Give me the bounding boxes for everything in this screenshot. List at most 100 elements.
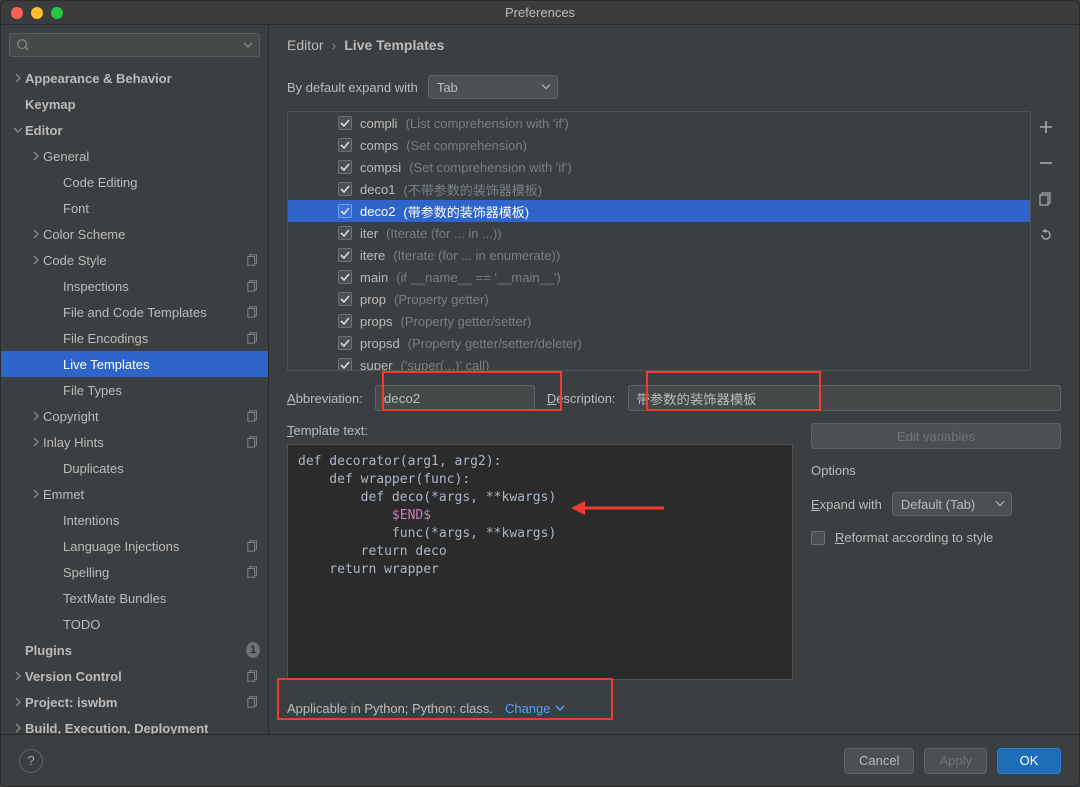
sidebar-item[interactable]: Editor xyxy=(1,117,268,143)
default-expand-select[interactable]: Tab xyxy=(428,75,558,99)
template-checkbox[interactable] xyxy=(338,182,352,196)
sidebar-item[interactable]: Build, Execution, Deployment xyxy=(1,715,268,734)
add-button[interactable] xyxy=(1036,117,1056,137)
template-checkbox[interactable] xyxy=(338,270,352,284)
revert-button[interactable] xyxy=(1036,225,1056,245)
template-row[interactable]: deco2(带参数的装饰器模板) xyxy=(288,200,1030,222)
sidebar-item[interactable]: Code Editing xyxy=(1,169,268,195)
template-checkbox[interactable] xyxy=(338,138,352,152)
sidebar-item-label: Project: iswbm xyxy=(25,695,117,710)
template-checkbox[interactable] xyxy=(338,116,352,130)
sidebar-item[interactable]: Language Injections xyxy=(1,533,268,559)
sidebar-item[interactable]: Copyright xyxy=(1,403,268,429)
template-row[interactable]: prop(Property getter) xyxy=(288,288,1030,310)
scope-indicator-icon xyxy=(246,409,260,423)
sidebar-item[interactable]: Intentions xyxy=(1,507,268,533)
description-label: Description: xyxy=(547,391,616,406)
template-checkbox[interactable] xyxy=(338,226,352,240)
template-desc: (List comprehension with 'if') xyxy=(406,116,569,131)
scope-indicator-icon xyxy=(246,669,260,683)
chevron-right-icon xyxy=(11,671,25,681)
sidebar-item[interactable]: TODO xyxy=(1,611,268,637)
scope-indicator-icon xyxy=(246,695,260,709)
template-row[interactable]: comps(Set comprehension) xyxy=(288,134,1030,156)
template-checkbox[interactable] xyxy=(338,292,352,306)
apply-button[interactable]: Apply xyxy=(924,748,987,774)
expand-with-select[interactable]: Default (Tab) xyxy=(892,492,1012,516)
sidebar-item[interactable]: Font xyxy=(1,195,268,221)
sidebar-item-label: Intentions xyxy=(63,513,119,528)
sidebar-item[interactable]: File Types xyxy=(1,377,268,403)
sidebar-item[interactable]: Spelling xyxy=(1,559,268,585)
sidebar-item[interactable]: File and Code Templates xyxy=(1,299,268,325)
template-checkbox[interactable] xyxy=(338,314,352,328)
sidebar-item[interactable]: Keymap xyxy=(1,91,268,117)
scope-indicator-icon xyxy=(246,279,260,293)
edit-variables-button[interactable]: Edit variables xyxy=(811,423,1061,449)
ok-button[interactable]: OK xyxy=(997,748,1061,774)
breadcrumb: Editor › Live Templates xyxy=(269,25,1079,59)
sidebar-item[interactable]: Live Templates xyxy=(1,351,268,377)
copy-button[interactable] xyxy=(1036,189,1056,209)
template-text-editor[interactable]: def decorator(arg1, arg2): def wrapper(f… xyxy=(287,444,793,680)
scope-indicator-icon xyxy=(246,435,260,449)
expand-with-value: Default (Tab) xyxy=(901,497,975,512)
template-row[interactable]: main(if __name__ == '__main__') xyxy=(288,266,1030,288)
template-checkbox[interactable] xyxy=(338,358,352,370)
help-button[interactable]: ? xyxy=(19,749,43,773)
template-name: super xyxy=(360,358,393,371)
sidebar-item-label: Plugins xyxy=(25,643,72,658)
sidebar-item[interactable]: TextMate Bundles xyxy=(1,585,268,611)
template-checkbox[interactable] xyxy=(338,248,352,262)
template-row[interactable]: props(Property getter/setter) xyxy=(288,310,1030,332)
chevron-right-icon xyxy=(29,489,43,499)
remove-button[interactable] xyxy=(1036,153,1056,173)
template-name: compli xyxy=(360,116,398,131)
sidebar-item-label: File Encodings xyxy=(63,331,148,346)
sidebar-item[interactable]: Plugins1 xyxy=(1,637,268,663)
template-row[interactable]: super('super(...)' call) xyxy=(288,354,1030,370)
sidebar-item[interactable]: Emmet xyxy=(1,481,268,507)
sidebar-item[interactable]: Duplicates xyxy=(1,455,268,481)
template-row[interactable]: compsi(Set comprehension with 'if') xyxy=(288,156,1030,178)
sidebar-item-label: Code Editing xyxy=(63,175,137,190)
templates-list[interactable]: compli(List comprehension with 'if')comp… xyxy=(287,111,1031,371)
template-row[interactable]: iter(Iterate (for ... in ...)) xyxy=(288,222,1030,244)
abbreviation-label: Abbreviation: xyxy=(287,391,363,406)
change-context-link[interactable]: Change xyxy=(505,701,565,716)
template-checkbox[interactable] xyxy=(338,336,352,350)
chevron-right-icon xyxy=(29,151,43,161)
template-text-label: Template text: xyxy=(287,423,793,438)
template-row[interactable]: deco1(不带参数的装饰器模板) xyxy=(288,178,1030,200)
sidebar-item-label: File and Code Templates xyxy=(63,305,207,320)
template-desc: (Property getter/setter/deleter) xyxy=(408,336,582,351)
sidebar-item[interactable]: Color Scheme xyxy=(1,221,268,247)
sidebar-item[interactable]: Appearance & Behavior xyxy=(1,65,268,91)
template-row[interactable]: itere(Iterate (for ... in enumerate)) xyxy=(288,244,1030,266)
sidebar-item-label: Appearance & Behavior xyxy=(25,71,172,86)
sidebar-item[interactable]: Version Control xyxy=(1,663,268,689)
sidebar-item[interactable]: Inlay Hints xyxy=(1,429,268,455)
sidebar-item-label: Build, Execution, Deployment xyxy=(25,721,208,735)
template-checkbox[interactable] xyxy=(338,204,352,218)
template-row[interactable]: propsd(Property getter/setter/deleter) xyxy=(288,332,1030,354)
sidebar-item-label: Editor xyxy=(25,123,63,138)
sidebar-item[interactable]: General xyxy=(1,143,268,169)
search-input[interactable] xyxy=(9,33,260,57)
scope-indicator-icon xyxy=(246,253,260,267)
description-input[interactable] xyxy=(628,385,1061,411)
abbreviation-input[interactable] xyxy=(375,385,535,411)
sidebar-item[interactable]: Code Style xyxy=(1,247,268,273)
cancel-button[interactable]: Cancel xyxy=(844,748,914,774)
sidebar-item[interactable]: Project: iswbm xyxy=(1,689,268,715)
template-desc: (Iterate (for ... in ...)) xyxy=(386,226,502,241)
template-desc: (Property getter) xyxy=(394,292,489,307)
template-name: deco2 xyxy=(360,204,395,219)
sidebar-item-label: Spelling xyxy=(63,565,109,580)
template-checkbox[interactable] xyxy=(338,160,352,174)
sidebar-item[interactable]: Inspections xyxy=(1,273,268,299)
reformat-checkbox[interactable] xyxy=(811,531,825,545)
chevron-right-icon xyxy=(29,229,43,239)
template-row[interactable]: compli (List comprehension with 'if') xyxy=(288,112,1030,134)
sidebar-item[interactable]: File Encodings xyxy=(1,325,268,351)
